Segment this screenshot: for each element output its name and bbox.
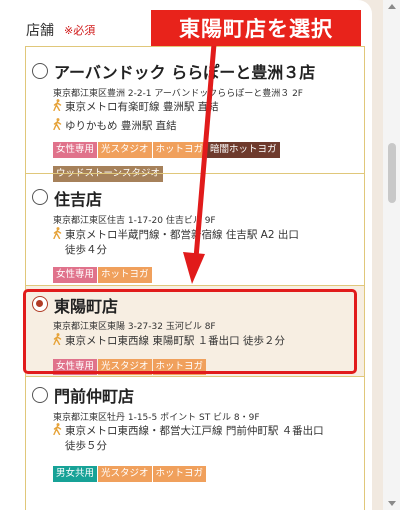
annotation-arrow [183,41,217,284]
instruction-banner: 東陽町店を選択 [151,10,361,46]
